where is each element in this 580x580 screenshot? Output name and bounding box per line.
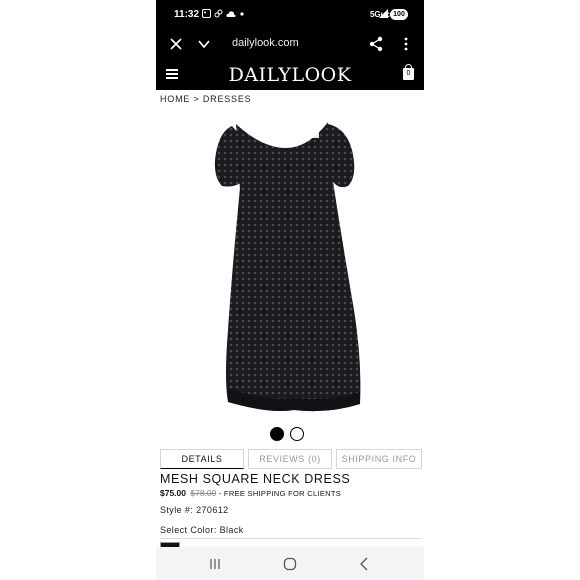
product-price: $75.00: [160, 488, 186, 498]
dot-icon: [240, 12, 244, 16]
more-vert-icon[interactable]: [398, 36, 414, 52]
status-icons: [202, 9, 244, 19]
status-bar: 11:32 5Guc 100: [156, 0, 424, 30]
product-title: MESH SQUARE NECK DRESS: [160, 472, 351, 486]
tab-shipping-info[interactable]: SHIPPING INFO: [336, 449, 422, 469]
share-icon[interactable]: [368, 36, 384, 52]
recent-apps-icon[interactable]: [206, 555, 224, 573]
battery-icon: 100: [390, 9, 408, 20]
browser-bar: dailylook.com: [156, 30, 424, 58]
android-nav-bar: [156, 547, 424, 580]
product-image[interactable]: [210, 120, 370, 416]
breadcrumb[interactable]: HOME > DRESSES: [160, 94, 251, 104]
site-logo[interactable]: DAILYLOOK: [156, 64, 424, 86]
color-dot-black[interactable]: [270, 427, 284, 441]
url-field[interactable]: dailylook.com: [232, 37, 299, 49]
select-color-label: Select Color: Black: [160, 525, 244, 535]
product-tabs: DETAILS REVIEWS (0) SHIPPING INFO: [160, 449, 422, 469]
phone-screen: 11:32 5Guc 100 dailylook.com DAILYLOOK 0…: [156, 0, 424, 580]
original-price: $78.00: [190, 488, 217, 498]
shipping-note: - FREE SHIPPING FOR CLIENTS: [218, 489, 342, 498]
tab-details[interactable]: DETAILS: [160, 449, 244, 469]
tab-reviews[interactable]: REVIEWS (0): [248, 449, 332, 469]
product-pricing: $75.00 $78.00 - FREE SHIPPING FOR CLIENT…: [160, 488, 341, 498]
color-dots: [270, 427, 310, 446]
chevron-down-icon[interactable]: [196, 36, 212, 52]
home-icon[interactable]: [281, 555, 299, 573]
cloud-icon: [226, 11, 237, 17]
style-number: Style #: 270612: [160, 505, 229, 515]
cart-count: 0: [406, 70, 411, 77]
close-icon[interactable]: [168, 36, 184, 52]
back-icon[interactable]: [356, 555, 374, 573]
bag-icon[interactable]: 0: [403, 64, 414, 80]
image-icon: [202, 9, 211, 19]
color-dot-white[interactable]: [290, 427, 304, 441]
signal-icon: [379, 9, 388, 18]
status-time: 11:32: [174, 9, 200, 20]
site-header: DAILYLOOK 0: [156, 58, 424, 90]
link-icon: [214, 9, 223, 18]
